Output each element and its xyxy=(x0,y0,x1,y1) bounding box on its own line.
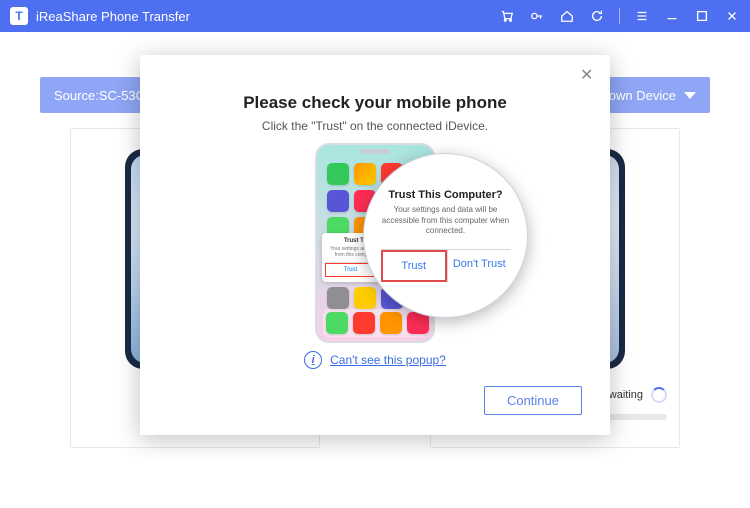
source-device-name: SC-53C xyxy=(99,88,145,103)
app-title: iReaShare Phone Transfer xyxy=(36,9,499,24)
spinner-icon xyxy=(651,387,667,403)
trust-popup-title: Trust This Computer? xyxy=(381,189,511,201)
titlebar: T iReaShare Phone Transfer xyxy=(0,0,750,32)
modal-close-button[interactable]: ✕ xyxy=(580,65,598,83)
continue-button[interactable]: Continue xyxy=(484,386,582,415)
cart-icon[interactable] xyxy=(499,8,515,24)
trust-popup-desc: Your settings and data will be accessibl… xyxy=(381,205,511,236)
magnifier-illustration: Trust This Computer? Your settings and d… xyxy=(363,153,528,318)
maximize-button[interactable] xyxy=(694,8,710,24)
home-icon[interactable] xyxy=(559,8,575,24)
cant-see-popup-link[interactable]: Can't see this popup? xyxy=(330,353,446,367)
trust-button: Trust xyxy=(381,250,448,282)
close-button[interactable] xyxy=(724,8,740,24)
modal-subtitle: Click the "Trust" on the connected iDevi… xyxy=(168,119,582,133)
chevron-down-icon xyxy=(684,92,696,99)
source-label-prefix: Source: xyxy=(54,88,99,103)
refresh-icon[interactable] xyxy=(589,8,605,24)
key-icon[interactable] xyxy=(529,8,545,24)
info-icon: i xyxy=(304,351,322,369)
minimize-button[interactable] xyxy=(664,8,680,24)
modal-illustration: Trust This Computer? Your settings and d… xyxy=(168,143,582,343)
modal-title: Please check your mobile phone xyxy=(168,93,582,113)
app-logo: T xyxy=(10,7,28,25)
menu-icon[interactable] xyxy=(634,8,650,24)
help-link-row: i Can't see this popup? xyxy=(168,351,582,369)
titlebar-actions xyxy=(499,8,740,24)
separator xyxy=(619,8,620,24)
dont-trust-button: Don't Trust xyxy=(447,250,511,282)
trust-modal: ✕ Please check your mobile phone Click t… xyxy=(140,55,610,435)
